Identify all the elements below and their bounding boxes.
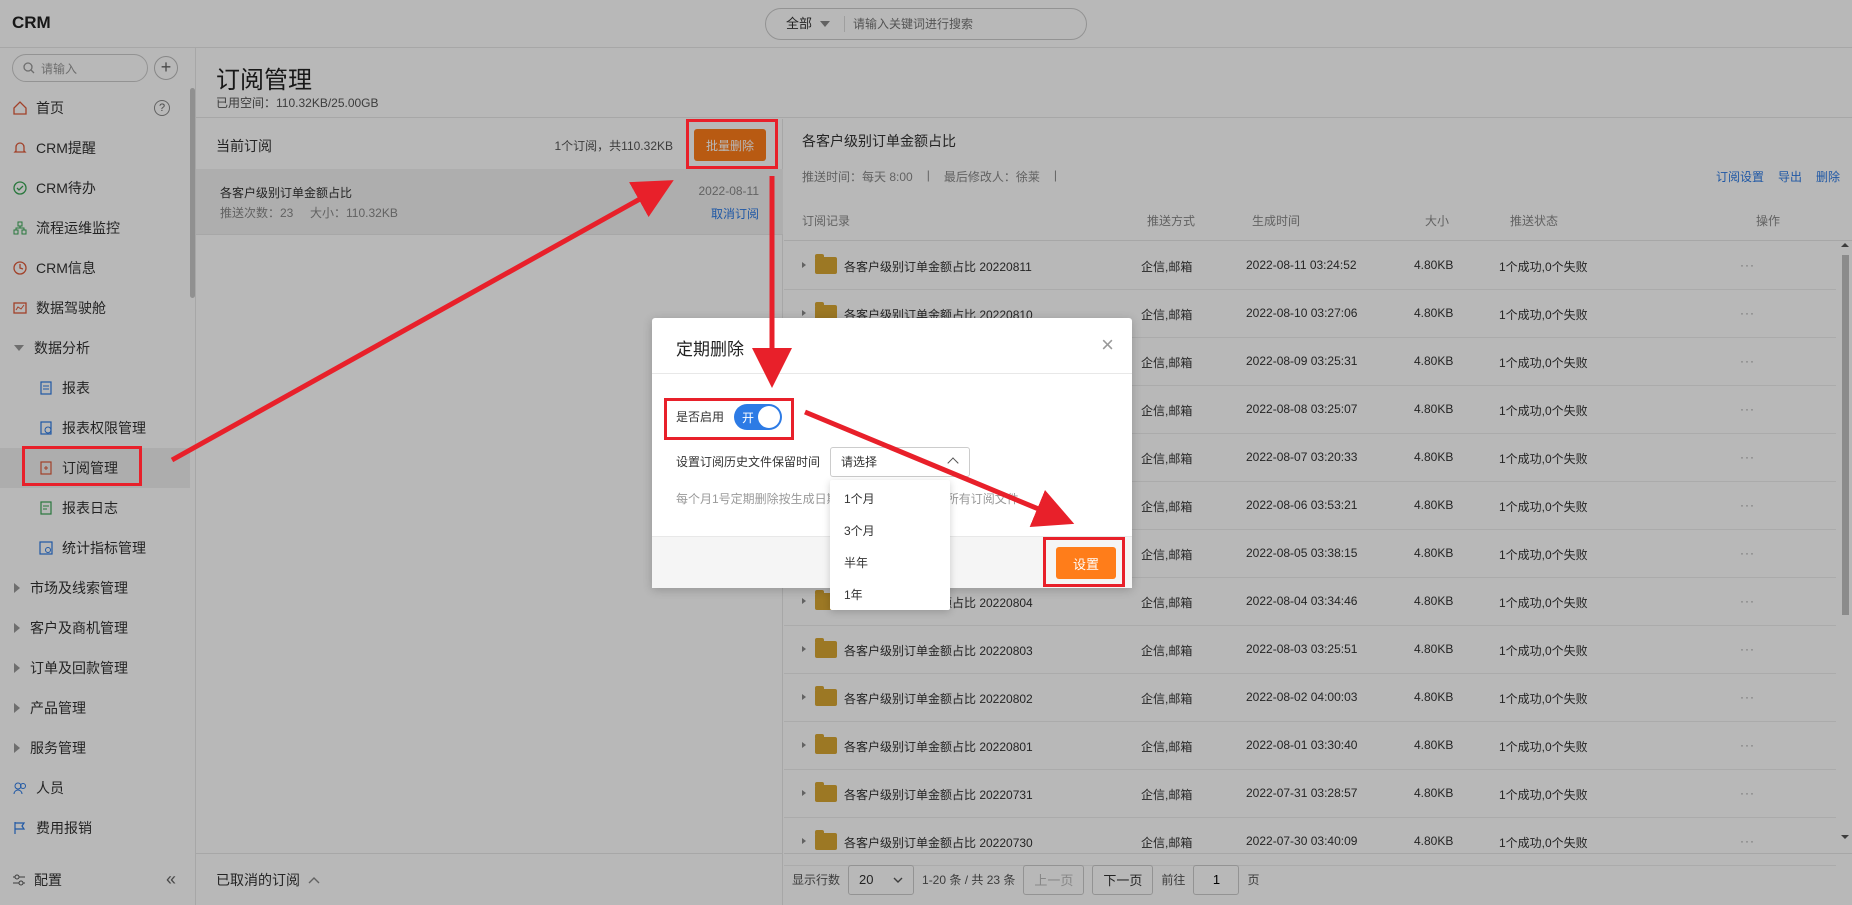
- hint-text: 每个月1号定期删除按生成日期: [676, 492, 839, 506]
- option-half-year[interactable]: 半年: [844, 554, 868, 571]
- close-icon[interactable]: ×: [1101, 332, 1114, 358]
- retention-label: 设置订阅历史文件保留时间: [676, 455, 821, 469]
- retention-select[interactable]: 请选择: [830, 447, 970, 477]
- option-1-month[interactable]: 1个月: [844, 490, 875, 507]
- dialog-header: 定期删除 ×: [652, 318, 1132, 374]
- dialog-title: 定期删除: [676, 340, 744, 359]
- highlight-subscription-menu: [22, 446, 142, 486]
- retention-options-dropdown: 1个月 3个月 半年 1年: [830, 480, 950, 610]
- retention-placeholder: 请选择: [841, 455, 878, 469]
- chevron-up-icon: [947, 457, 959, 469]
- option-3-months[interactable]: 3个月: [844, 522, 875, 539]
- highlight-set-button: [1043, 537, 1125, 587]
- hint-text-tail: 所有订阅文件: [946, 492, 1019, 506]
- option-1-year[interactable]: 1年: [844, 586, 863, 603]
- highlight-batch-delete: [686, 119, 778, 169]
- highlight-enable-toggle: [664, 398, 794, 440]
